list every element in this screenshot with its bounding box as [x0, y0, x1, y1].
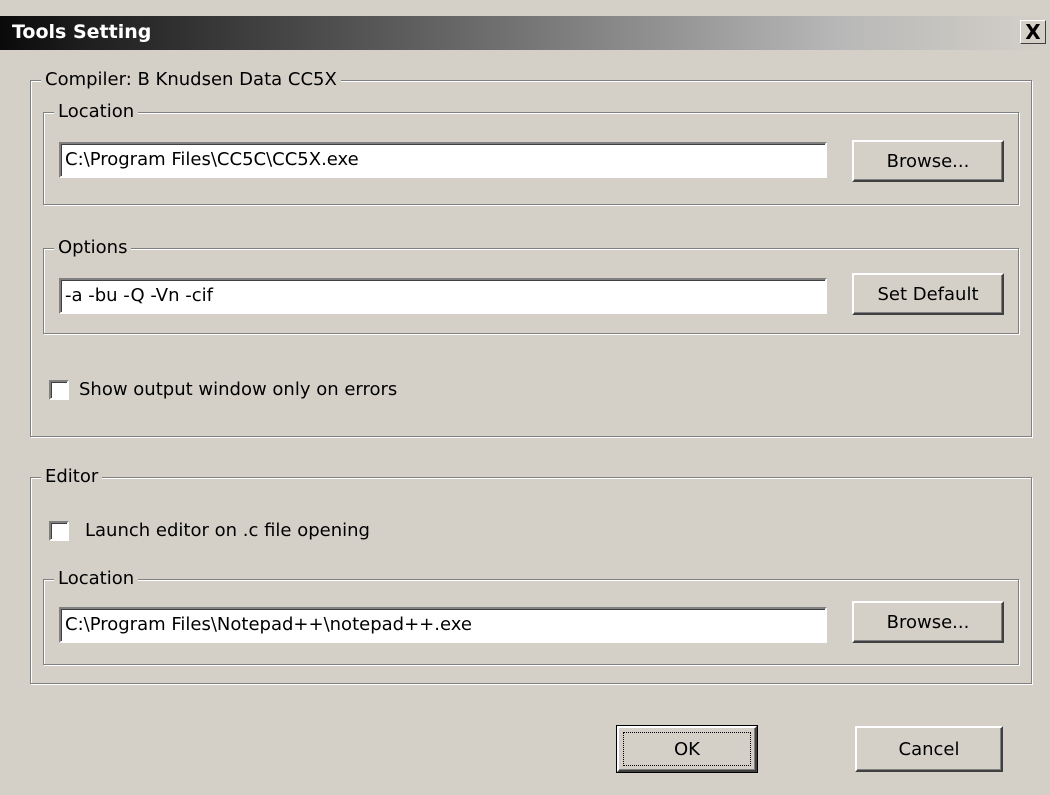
editor-browse-button[interactable]: Browse... [852, 601, 1004, 643]
compiler-location-label: Location [54, 100, 139, 124]
compiler-browse-button[interactable]: Browse... [852, 140, 1004, 182]
cancel-label: Cancel [898, 738, 960, 760]
compiler-browse-label: Browse... [886, 150, 970, 172]
compiler-location-group: Location C:\Program Files\CC5C\CC5X.exe … [43, 100, 1019, 205]
editor-group-label: Editor [41, 465, 103, 489]
editor-browse-label: Browse... [886, 611, 970, 633]
options-label: Options [54, 236, 132, 260]
launch-editor-checkbox[interactable] [49, 521, 69, 541]
close-button[interactable]: X [1020, 20, 1046, 44]
compiler-location-field[interactable]: C:\Program Files\CC5C\CC5X.exe [59, 142, 827, 178]
ok-focus-ring [623, 732, 751, 766]
tools-setting-dialog: Tools Setting X Compiler: B Knudsen Data… [0, 0, 1050, 795]
editor-location-group: Location C:\Program Files\Notepad++\note… [43, 567, 1019, 665]
cancel-button[interactable]: Cancel [855, 726, 1003, 772]
title-bar: Tools Setting X [0, 16, 1050, 50]
show-output-label: Show output window only on errors [79, 379, 398, 400]
options-group: Options -a -bu -Q -Vn -cif Set Default [43, 236, 1019, 334]
window-title: Tools Setting [12, 21, 152, 43]
compiler-group-label: Compiler: B Knudsen Data CC5X [41, 68, 341, 92]
set-default-label: Set Default [877, 283, 979, 305]
compiler-group: Compiler: B Knudsen Data CC5X Location C… [30, 68, 1032, 437]
launch-editor-label: Launch editor on .c file opening [85, 520, 370, 541]
editor-location-label: Location [54, 567, 139, 591]
editor-location-field[interactable]: C:\Program Files\Notepad++\notepad++.exe [59, 607, 827, 643]
show-output-checkbox[interactable] [49, 380, 69, 400]
editor-group: Editor Launch editor on .c file opening … [30, 465, 1032, 684]
options-field[interactable]: -a -bu -Q -Vn -cif [59, 278, 827, 314]
ok-button[interactable]: OK [616, 725, 758, 773]
set-default-button[interactable]: Set Default [852, 273, 1004, 315]
close-icon: X [1025, 20, 1041, 44]
